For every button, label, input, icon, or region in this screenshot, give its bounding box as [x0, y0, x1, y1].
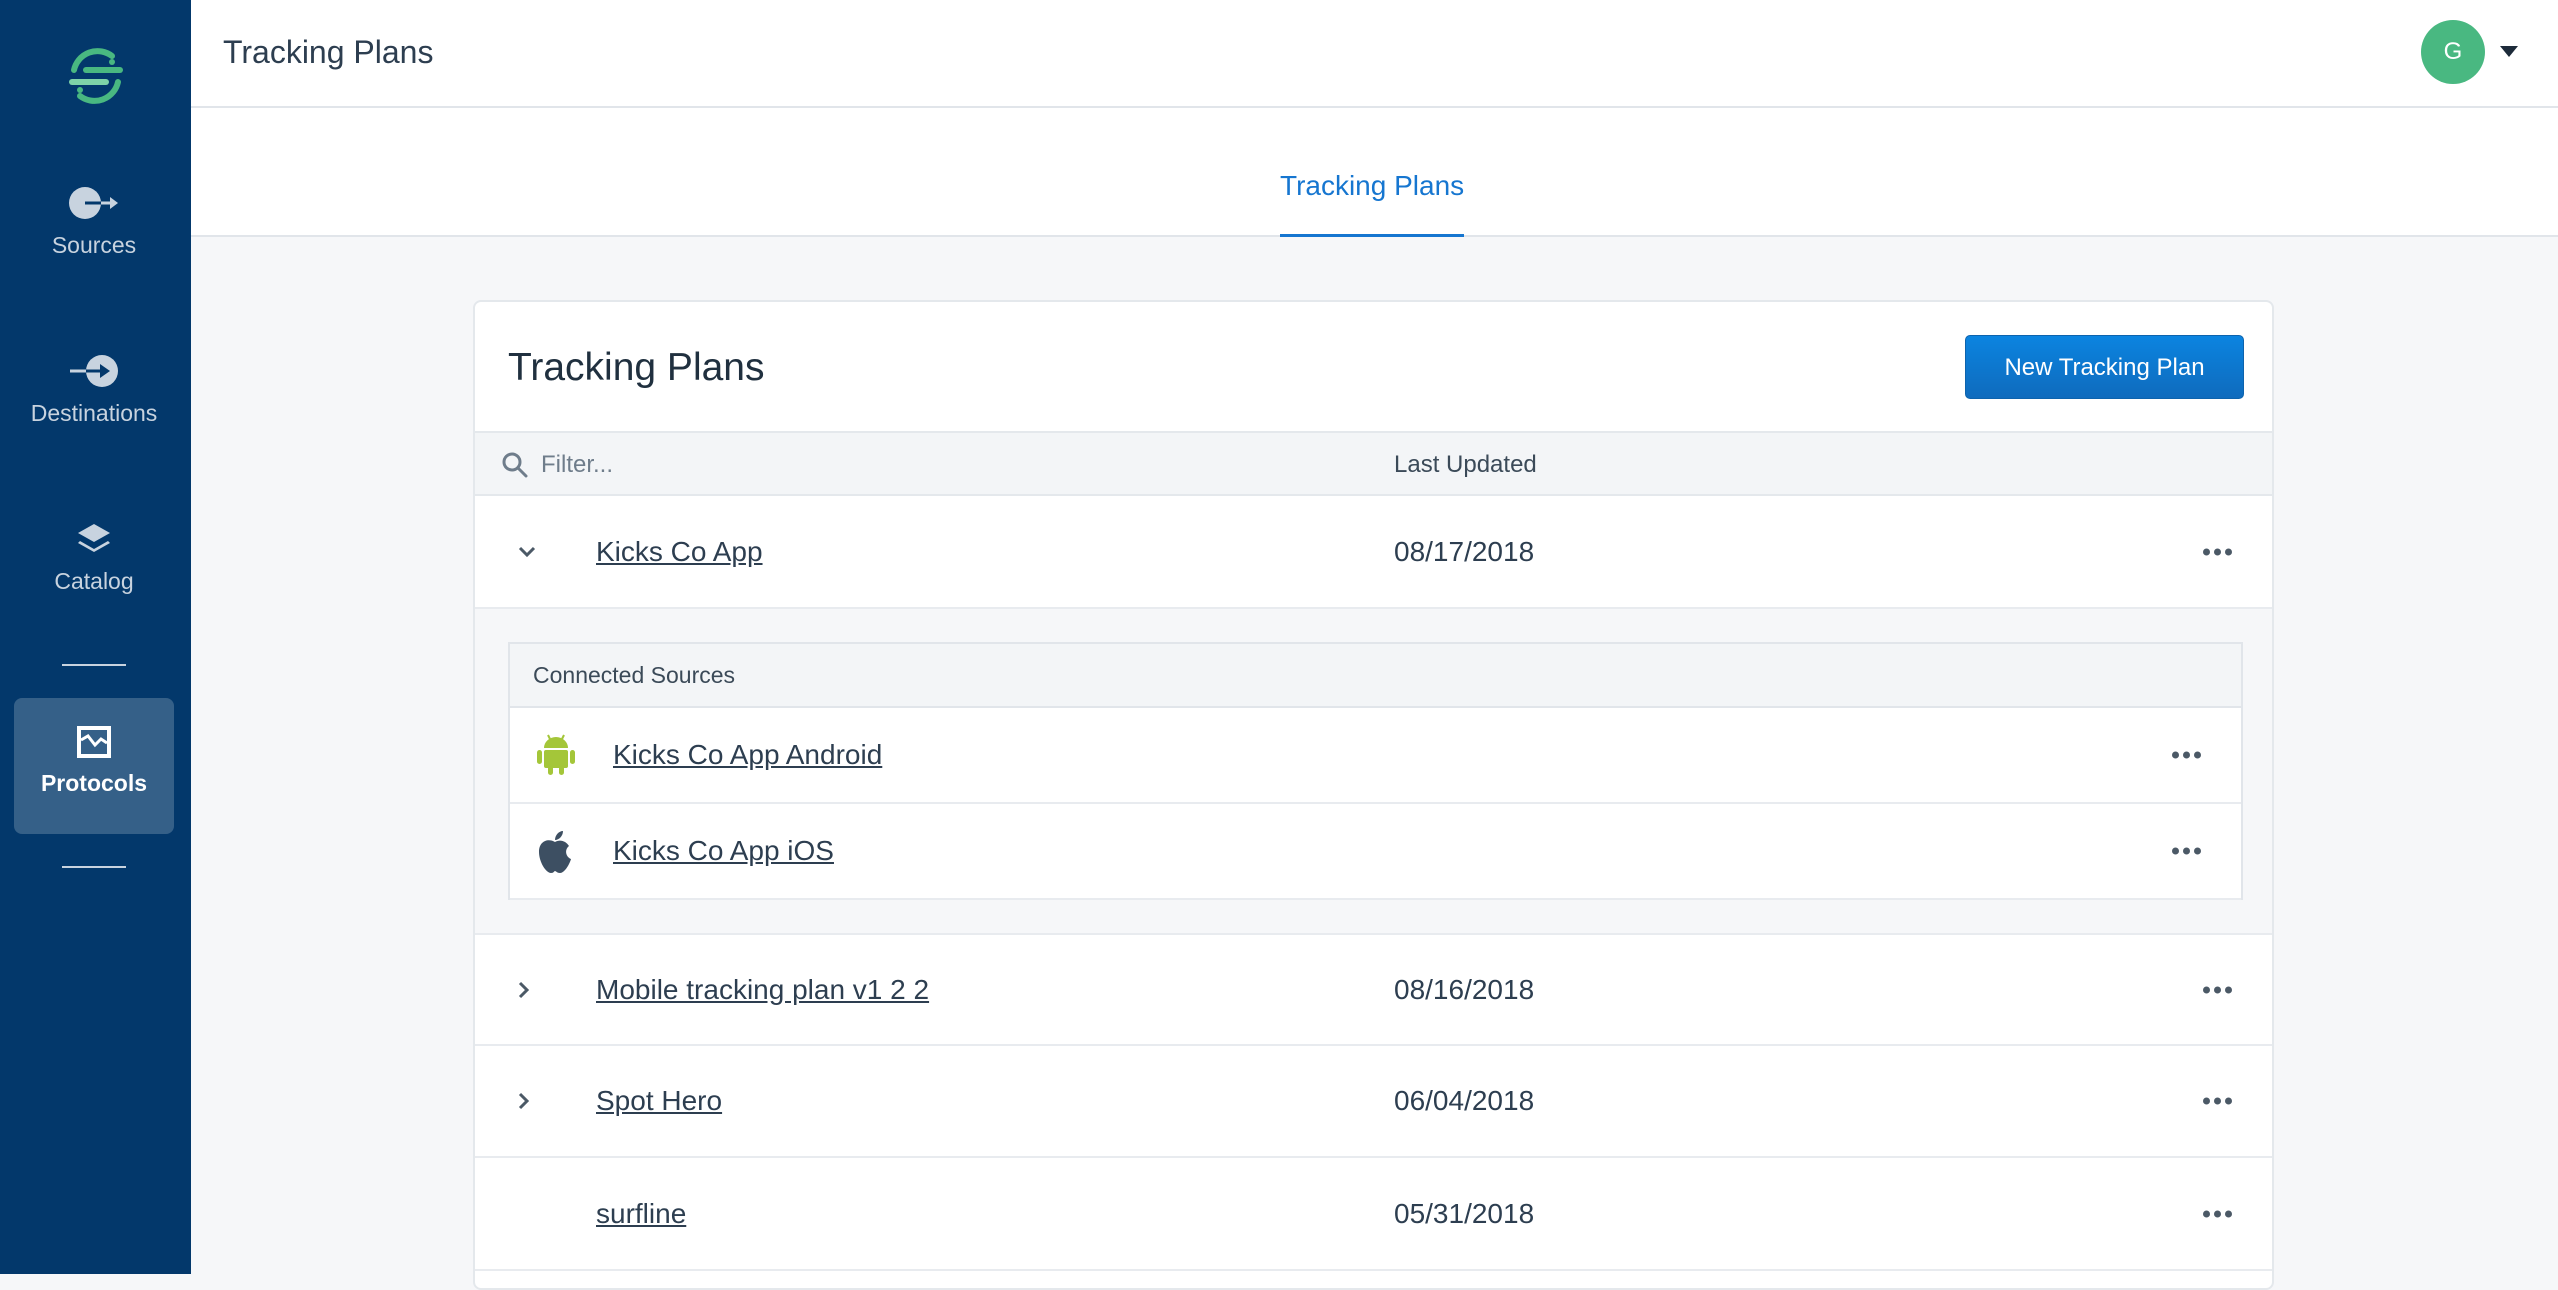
- avatar[interactable]: G: [2421, 20, 2485, 84]
- sidebar-item-destinations[interactable]: Destinations: [14, 354, 174, 427]
- android-icon: [537, 734, 575, 775]
- table-row: Spot Hero 06/04/2018: [475, 1046, 2272, 1158]
- tab-bar: Tracking Plans: [191, 108, 2558, 237]
- source-link[interactable]: Kicks Co App Android: [613, 739, 882, 771]
- sidebar-divider: [62, 664, 126, 666]
- expanded-panel: Connected Sources Kicks Co App Android K…: [475, 609, 2272, 935]
- page-title: Tracking Plans: [223, 34, 434, 70]
- plan-date: 06/04/2018: [1394, 1085, 1535, 1116]
- plan-date: 05/31/2018: [1394, 1197, 1535, 1229]
- sidebar-item-label: Catalog: [54, 568, 134, 594]
- sidebar: Sources Destinations Catalog Protocols: [0, 0, 191, 1274]
- source-icon: [69, 187, 118, 219]
- filter-input[interactable]: [541, 447, 1241, 483]
- new-tracking-plan-button[interactable]: New Tracking Plan: [1965, 335, 2244, 399]
- more-options-icon[interactable]: [2172, 751, 2201, 759]
- more-options-icon[interactable]: [2203, 1210, 2232, 1217]
- column-last-updated: Last Updated: [1394, 451, 1537, 478]
- more-options-icon[interactable]: [2203, 986, 2232, 993]
- more-options-icon[interactable]: [2203, 1097, 2232, 1105]
- sidebar-divider: [62, 866, 126, 868]
- table-row: Kicks Co App 08/17/2018: [475, 496, 2272, 609]
- sidebar-item-label: Protocols: [40, 770, 148, 796]
- apple-icon: [539, 831, 571, 873]
- table-row: surfline 05/31/2018: [475, 1158, 2272, 1271]
- segment-logo[interactable]: [60, 40, 132, 112]
- chevron-down-icon[interactable]: [517, 545, 537, 559]
- source-row: Kicks Co App Android: [510, 708, 2241, 804]
- layers-icon: [78, 524, 110, 552]
- more-options-icon[interactable]: [2172, 847, 2201, 855]
- chevron-right-icon[interactable]: [517, 980, 531, 1000]
- plan-link[interactable]: Spot Hero: [596, 1085, 722, 1117]
- plan-link[interactable]: Mobile tracking plan v1 2 2: [596, 974, 929, 1006]
- plan-link[interactable]: Kicks Co App: [596, 536, 763, 568]
- connected-sources: Connected Sources Kicks Co App Android K…: [508, 642, 2243, 900]
- table-header: Last Updated: [475, 431, 2272, 496]
- plan-date: 08/16/2018: [1394, 973, 1535, 1005]
- source-row: Kicks Co App iOS: [510, 804, 2241, 900]
- plan-link[interactable]: surfline: [596, 1198, 686, 1230]
- more-options-icon[interactable]: [2203, 548, 2232, 555]
- sidebar-item-label: Sources: [51, 232, 137, 258]
- source-link[interactable]: Kicks Co App iOS: [613, 835, 834, 867]
- table-row: Mobile tracking plan v1 2 2 08/16/2018: [475, 935, 2272, 1046]
- sidebar-item-catalog[interactable]: Catalog: [14, 522, 174, 595]
- plan-date: 08/17/2018: [1394, 535, 1535, 567]
- top-bar: Tracking Plans: [191, 0, 2558, 108]
- connected-sources-title: Connected Sources: [510, 644, 2241, 708]
- chevron-right-icon[interactable]: [517, 1091, 531, 1111]
- caret-down-icon[interactable]: [2500, 46, 2518, 57]
- sidebar-item-label: Destinations: [30, 400, 158, 426]
- tab-tracking-plans[interactable]: Tracking Plans: [1280, 170, 1465, 237]
- card-title: Tracking Plans: [508, 346, 765, 389]
- sidebar-item-protocols[interactable]: Protocols: [14, 698, 174, 834]
- tracking-plans-card: Tracking Plans New Tracking Plan Last Up…: [473, 300, 2274, 1290]
- search-icon: [502, 452, 528, 478]
- sidebar-item-sources[interactable]: Sources: [14, 186, 174, 259]
- destination-icon: [70, 355, 118, 387]
- protocols-icon: [77, 726, 111, 758]
